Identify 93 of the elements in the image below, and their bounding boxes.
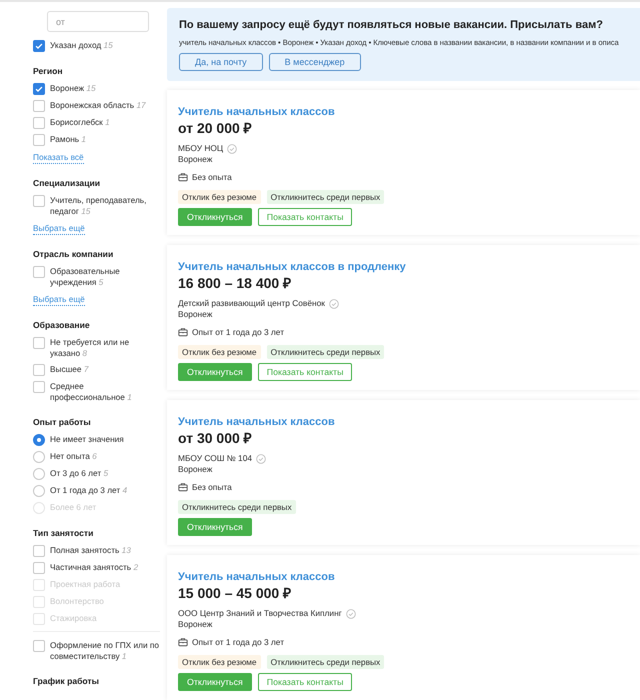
option-count: 5: [98, 277, 104, 287]
city-text: Воронеж: [178, 309, 214, 320]
briefcase-icon: [178, 637, 188, 647]
option-count: 15: [81, 206, 90, 216]
experience-text: Опыт от 1 года до 3 лет: [192, 326, 284, 338]
option-count: 15: [86, 83, 96, 93]
vacancy-tag: Откликнитесь среди первых: [266, 345, 384, 359]
show-more-link[interactable]: Выбрать ещё: [33, 223, 85, 235]
city-text: Воронеж: [178, 619, 214, 630]
option-count: 1: [105, 117, 110, 127]
salary-text: 16 800 – 18 400 ₽: [178, 275, 292, 292]
checkmark-icon: [34, 84, 44, 94]
show-more-link[interactable]: Выбрать ещё: [33, 294, 85, 306]
filter-heading: Регион: [33, 66, 64, 76]
radio-button[interactable]: [33, 434, 45, 446]
city-text: Воронеж: [178, 464, 214, 475]
checkbox[interactable]: [33, 40, 45, 52]
filter-option-label[interactable]: Борисоглебск 1: [50, 117, 110, 128]
filter-heading: График работы: [33, 676, 100, 686]
briefcase-icon: [178, 482, 188, 492]
company-name[interactable]: Детский развивающий центр Совёнок: [178, 298, 325, 309]
subscribe-button[interactable]: Да, на почту: [179, 53, 263, 71]
radio-button[interactable]: [33, 485, 45, 497]
filter-option-label[interactable]: Образовательные учреждения 5: [50, 266, 160, 288]
filter-option-label[interactable]: Рамонь 1: [50, 134, 86, 145]
checkbox[interactable]: [33, 381, 45, 393]
option-count: 1: [81, 134, 86, 144]
checkbox[interactable]: [33, 195, 45, 207]
filter-option-label[interactable]: Воронеж 15: [50, 83, 96, 94]
filter-heading: Тип занятости: [33, 528, 94, 538]
checkbox[interactable]: [33, 364, 45, 376]
vacancy-tag: Откликнитесь среди первых: [178, 500, 296, 514]
filter-option-label[interactable]: Учитель, преподаватель, педагог 15: [50, 195, 160, 217]
radio-button[interactable]: [33, 451, 45, 463]
show-more-link[interactable]: Показать всё: [33, 152, 84, 164]
filter-option-label[interactable]: Частичная занятость 2: [50, 562, 138, 573]
option-count: 7: [84, 364, 88, 374]
filter-option-label[interactable]: Указан доход 15: [50, 40, 113, 51]
vacancy-tag: Отклик без резюме: [178, 345, 261, 359]
filter-option-label[interactable]: Полная занятость 13: [50, 545, 131, 556]
option-count: 13: [122, 545, 131, 555]
subscribe-button[interactable]: В мессенджер: [268, 53, 361, 71]
experience-text: Опыт от 1 года до 3 лет: [192, 636, 284, 648]
filter-option-label[interactable]: Оформление по ГПХ или по совместительству 1: [50, 640, 160, 662]
filter-option-label[interactable]: Воронежская область 17: [50, 100, 146, 111]
banner-title: По вашему запросу ещё будут появляться новые вакансии. Присылать вам?: [179, 19, 604, 31]
filter-option-label[interactable]: Высшее 7: [50, 364, 88, 375]
checkbox[interactable]: [33, 266, 45, 278]
option-count: 1: [127, 392, 132, 402]
radio-button[interactable]: [33, 468, 45, 480]
filter-heading: Отрасль компании: [33, 249, 114, 259]
filter-option-label[interactable]: От 3 до 6 лет 5: [50, 468, 108, 479]
option-count: 17: [136, 100, 146, 110]
checkbox[interactable]: [33, 562, 45, 574]
company-name[interactable]: ООО Центр Знаний и Творчества Киплинг: [178, 608, 342, 619]
filter-option-label[interactable]: Среднее профессиональное 1: [50, 381, 160, 403]
checkbox[interactable]: [33, 134, 45, 146]
filter-option-label[interactable]: Не требуется или не указано 8: [50, 337, 160, 359]
filter-option-label[interactable]: Не имеет значения: [50, 434, 124, 445]
checkbox[interactable]: [33, 545, 45, 557]
checkbox[interactable]: [33, 100, 45, 112]
city-text: Воронеж: [178, 154, 214, 165]
checkbox[interactable]: [33, 117, 45, 129]
salary-text: от 30 000 ₽: [178, 430, 253, 447]
vacancy-tag: Отклик без резюме: [178, 190, 261, 204]
option-count: 6: [92, 451, 97, 461]
option-count: 4: [122, 485, 128, 495]
filter-heading: Образование: [33, 320, 91, 330]
option-count: 2: [133, 562, 138, 572]
option-count: 5: [103, 468, 108, 478]
option-count: 1: [122, 651, 127, 661]
checkmark-icon: [34, 41, 44, 51]
company-name[interactable]: МБОУ СОШ № 104: [178, 453, 252, 464]
filter-option-label[interactable]: От 1 года до 3 лет 4: [50, 485, 128, 496]
salary-input-field[interactable]: от: [47, 11, 149, 32]
filter-option-label[interactable]: Нет опыта 6: [50, 451, 97, 462]
salary-text: от 20 000 ₽: [178, 120, 253, 137]
filter-heading: Специализации: [33, 178, 102, 188]
checkbox[interactable]: [33, 83, 45, 95]
option-count: 8: [82, 348, 88, 358]
filter-heading: Опыт работы: [33, 417, 92, 427]
checkbox[interactable]: [33, 640, 45, 652]
experience-text: Без опыта: [192, 171, 232, 183]
vacancy-tag: Откликнитесь среди первых: [266, 190, 384, 204]
checkbox[interactable]: [33, 337, 45, 349]
briefcase-icon: [178, 327, 188, 337]
option-count: 15: [104, 40, 113, 50]
salary-text: 15 000 – 45 000 ₽: [178, 585, 292, 602]
vacancy-tag: Откликнитесь среди первых: [266, 655, 384, 669]
vacancy-tag: Отклик без резюме: [178, 655, 261, 669]
briefcase-icon: [178, 172, 188, 182]
experience-text: Без опыта: [192, 481, 232, 493]
company-name[interactable]: МБОУ НОЦ: [178, 143, 224, 154]
